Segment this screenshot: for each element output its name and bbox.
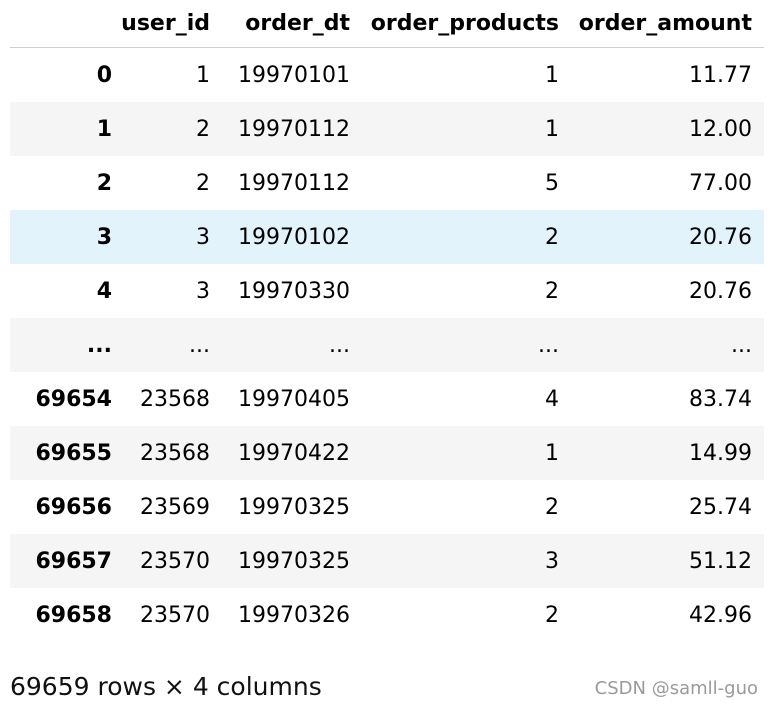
cell-order-products: 2: [545, 278, 559, 304]
table-row: 0 1 19970101 1 11.77: [10, 47, 764, 102]
table-body: 0 1 19970101 1 11.77 1 2 19970112 1 12.00 2 2 199701…: [10, 47, 764, 642]
dataframe-table: user_id order_dt order_products order_am…: [10, 0, 764, 642]
cell-user-id: 1: [196, 62, 210, 88]
cell-user-id: 23568: [140, 440, 210, 466]
cell-order-dt: 19970112: [238, 170, 350, 196]
cell-user-id: 2: [196, 116, 210, 142]
row-index: 69655: [35, 440, 112, 466]
cell-user-id: 23568: [140, 386, 210, 412]
cell-order-products: 5: [545, 170, 559, 196]
cell-order-dt: 19970405: [238, 386, 350, 412]
cell-order-products: 3: [545, 548, 559, 574]
cell-order-amount: ...: [731, 332, 752, 358]
cell-order-products: 4: [545, 386, 559, 412]
table-row: 4 3 19970330 2 20.76: [10, 264, 764, 318]
row-index: 3: [96, 224, 112, 250]
row-index: 0: [96, 62, 112, 88]
cell-order-amount: 12.00: [689, 116, 752, 142]
column-header-order-dt: order_dt: [222, 0, 362, 48]
cell-order-amount: 11.77: [689, 62, 752, 88]
cell-user-id: ...: [189, 332, 210, 358]
row-index: 69654: [35, 386, 112, 412]
table-row: ...............: [10, 318, 764, 372]
cell-order-amount: 42.96: [689, 602, 752, 628]
cell-user-id: 23570: [140, 548, 210, 574]
table-row: 69658 23570 19970326 2 42.96: [10, 588, 764, 642]
row-index: 69658: [35, 602, 112, 628]
cell-order-amount: 51.12: [689, 548, 752, 574]
watermark: CSDN @samll-guo: [594, 678, 758, 699]
cell-order-products: 1: [545, 116, 559, 142]
table-row: 69656 23569 19970325 2 25.74: [10, 480, 764, 534]
row-count-summary: 69659 rows × 4 columns: [10, 672, 322, 701]
row-index: 69656: [35, 494, 112, 520]
cell-order-dt: 19970325: [238, 494, 350, 520]
cell-order-products: 1: [545, 440, 559, 466]
table-row: 2 2 19970112 5 77.00: [10, 156, 764, 210]
column-header-order-amount: order_amount: [571, 0, 764, 48]
row-index: 4: [96, 278, 112, 304]
cell-order-dt: 19970326: [238, 602, 350, 628]
row-index: ...: [86, 332, 112, 358]
index-header: [10, 0, 112, 48]
cell-user-id: 3: [196, 224, 210, 250]
dataframe-output: user_id order_dt order_products order_am…: [10, 0, 764, 642]
table-row: 69655 23568 19970422 1 14.99: [10, 426, 764, 480]
table-header: user_id order_dt order_products order_am…: [10, 0, 764, 48]
cell-user-id: 23569: [140, 494, 210, 520]
table-row: 1 2 19970112 1 12.00: [10, 102, 764, 156]
cell-user-id: 2: [196, 170, 210, 196]
table-row: 69657 23570 19970325 3 51.12: [10, 534, 764, 588]
row-index: 69657: [35, 548, 112, 574]
cell-order-amount: 77.00: [689, 170, 752, 196]
cell-user-id: 23570: [140, 602, 210, 628]
cell-order-products: ...: [538, 332, 559, 358]
column-header-user-id: user_id: [112, 0, 222, 48]
cell-order-dt: 19970422: [238, 440, 350, 466]
column-header-order-products: order_products: [362, 0, 571, 48]
cell-order-dt: 19970101: [238, 62, 350, 88]
cell-order-amount: 20.76: [689, 278, 752, 304]
cell-order-products: 2: [545, 602, 559, 628]
cell-order-amount: 25.74: [689, 494, 752, 520]
cell-order-products: 1: [545, 62, 559, 88]
table-row: 3 3 19970102 2 20.76: [10, 210, 764, 264]
cell-order-dt: ...: [329, 332, 350, 358]
cell-order-amount: 14.99: [689, 440, 752, 466]
cell-order-dt: 19970330: [238, 278, 350, 304]
cell-order-amount: 83.74: [689, 386, 752, 412]
cell-user-id: 3: [196, 278, 210, 304]
cell-order-dt: 19970102: [238, 224, 350, 250]
row-index: 1: [96, 116, 112, 142]
cell-order-products: 2: [545, 224, 559, 250]
row-index: 2: [96, 170, 112, 196]
cell-order-products: 2: [545, 494, 559, 520]
table-row: 69654 23568 19970405 4 83.74: [10, 372, 764, 426]
cell-order-amount: 20.76: [689, 224, 752, 250]
cell-order-dt: 19970325: [238, 548, 350, 574]
header-row: user_id order_dt order_products order_am…: [10, 0, 764, 48]
cell-order-dt: 19970112: [238, 116, 350, 142]
